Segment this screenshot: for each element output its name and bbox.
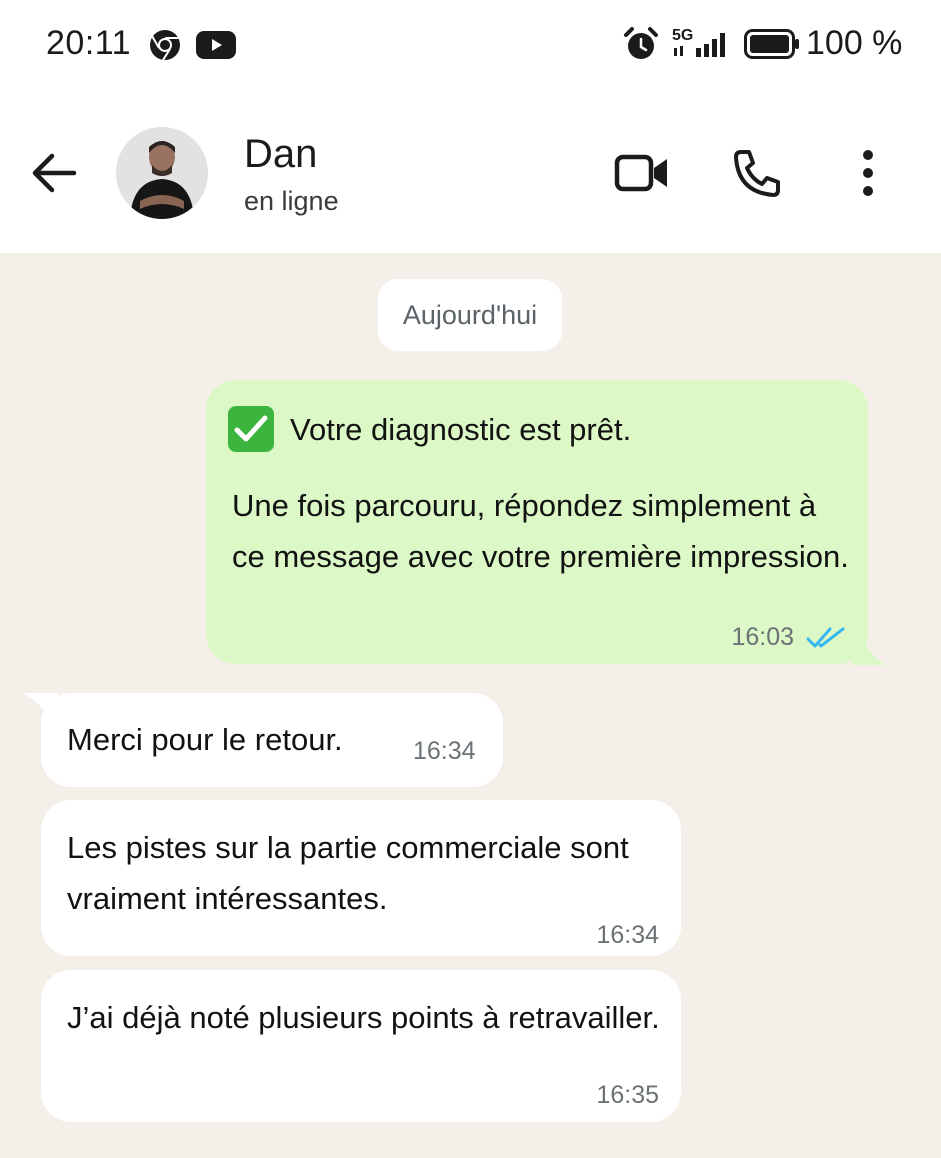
chrome-icon — [150, 30, 180, 61]
alarm-icon — [624, 27, 658, 59]
chat-area[interactable]: Aujourd'hui Votre diagnostic est prêt. U… — [0, 253, 941, 1158]
message-text: Votre diagnostic est prêt. — [290, 411, 632, 447]
incoming-message[interactable]: Merci pour le retour. 16:34 — [41, 693, 503, 787]
message-text: Les pistes sur la partie commerciale son… — [67, 830, 629, 916]
contact-name[interactable]: Dan — [244, 132, 317, 177]
read-ticks-icon — [806, 627, 845, 647]
video-call-icon[interactable] — [614, 152, 670, 194]
message-meta: 16:03 — [731, 612, 846, 663]
avatar-photo — [116, 127, 208, 219]
incoming-message[interactable]: J’ai déjà noté plusieurs points à retrav… — [41, 970, 681, 1122]
message-first-line: Votre diagnostic est prêt. — [228, 404, 631, 454]
status-bar: 20:11 5G 100 % — [0, 0, 941, 90]
message-text: Merci pour le retour. — [67, 722, 343, 757]
back-arrow-icon[interactable] — [30, 152, 78, 194]
phone-icon[interactable] — [732, 148, 782, 198]
incoming-message[interactable]: Les pistes sur la partie commerciale son… — [41, 800, 681, 956]
outgoing-message[interactable]: Votre diagnostic est prêt. Une fois parc… — [206, 380, 868, 664]
signal-icon: 5G — [672, 27, 725, 57]
network-label: 5G — [672, 27, 693, 44]
chat-header: Dan en ligne — [0, 90, 941, 253]
message-text: J’ai déjà noté plusieurs points à retrav… — [67, 1000, 660, 1035]
battery-percentage: 100 % — [806, 24, 903, 62]
message-time: 16:34 — [413, 737, 476, 765]
whatsapp-chat-screen: 20:11 5G 100 % Dan en ligne Aujourd'hui … — [0, 0, 941, 1158]
more-options-icon[interactable] — [852, 148, 884, 198]
message-time: 16:35 — [596, 1081, 659, 1109]
message-time: 16:03 — [731, 623, 794, 651]
avatar[interactable] — [116, 127, 208, 219]
message-text: Une fois parcouru, répondez simplement à… — [232, 488, 849, 574]
message-time: 16:34 — [596, 921, 659, 949]
youtube-icon — [196, 31, 236, 59]
contact-status: en ligne — [244, 186, 339, 216]
battery-icon — [744, 29, 799, 59]
status-time: 20:11 — [46, 24, 132, 62]
check-mark-icon — [228, 406, 274, 452]
date-chip: Aujourd'hui — [378, 279, 562, 351]
